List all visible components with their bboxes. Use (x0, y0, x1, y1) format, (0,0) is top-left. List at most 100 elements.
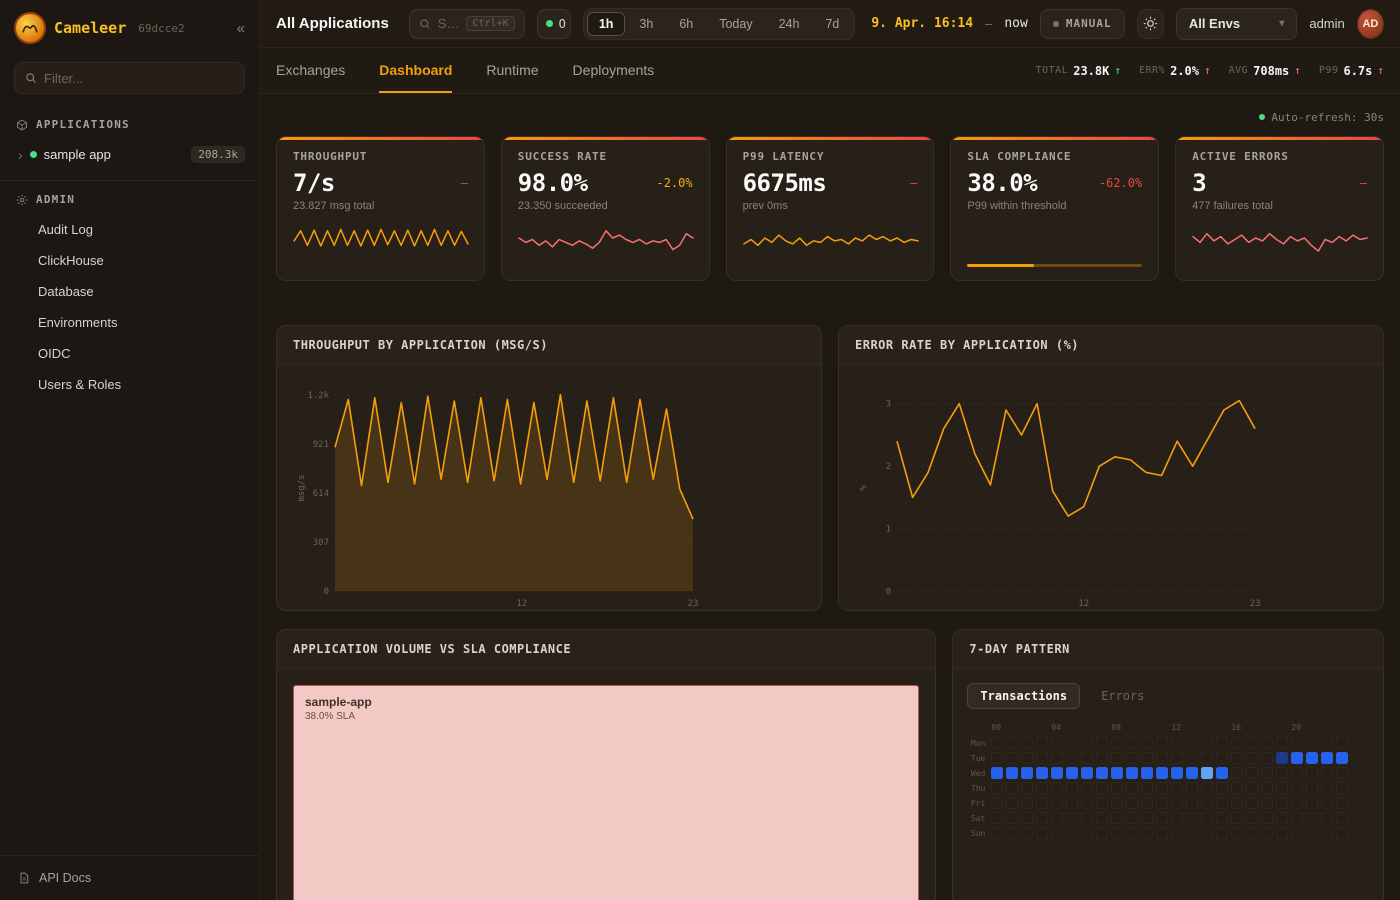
heatmap-cell[interactable] (1291, 812, 1303, 824)
heatmap-cell[interactable] (1006, 797, 1018, 809)
heatmap-cell[interactable] (1171, 797, 1183, 809)
heatmap-cell[interactable] (1321, 827, 1333, 839)
heatmap-cell[interactable] (1276, 812, 1288, 824)
heatmap-cell[interactable] (1096, 797, 1108, 809)
sidebar-item-oidc[interactable]: OIDC (0, 338, 259, 369)
manual-refresh-button[interactable]: MANUAL (1040, 9, 1125, 39)
heatmap-cell[interactable] (991, 782, 1003, 794)
global-search[interactable]: S… Ctrl+K (409, 9, 525, 39)
heatmap-cell[interactable] (1321, 782, 1333, 794)
heatmap-cell[interactable] (1126, 797, 1138, 809)
heatmap-cell[interactable] (1306, 812, 1318, 824)
heatmap-cell[interactable] (1141, 752, 1153, 764)
heatmap-cell[interactable] (1306, 737, 1318, 749)
heatmap-cell[interactable] (1141, 782, 1153, 794)
heatmap-cell[interactable] (1156, 827, 1168, 839)
heatmap-cell[interactable] (1201, 827, 1213, 839)
heatmap-cell[interactable] (1066, 797, 1078, 809)
api-docs-link[interactable]: API Docs (0, 855, 259, 900)
time-range-today[interactable]: Today (707, 12, 764, 36)
heatmap-cell[interactable] (1201, 782, 1213, 794)
heatmap-cell[interactable] (1081, 782, 1093, 794)
heatmap-cell[interactable] (1081, 797, 1093, 809)
heatmap-cell[interactable] (1171, 812, 1183, 824)
heatmap-cell[interactable] (1021, 782, 1033, 794)
heatmap-cell[interactable] (1006, 737, 1018, 749)
heatmap-cell[interactable] (1051, 827, 1063, 839)
heatmap-cell[interactable] (1156, 812, 1168, 824)
tab-runtime[interactable]: Runtime (486, 48, 538, 93)
heatmap-cell[interactable] (1096, 752, 1108, 764)
heatmap-cell[interactable] (991, 827, 1003, 839)
heatmap-cell[interactable] (1066, 827, 1078, 839)
heatmap-cell[interactable] (1111, 782, 1123, 794)
heatmap-cell[interactable] (1261, 737, 1273, 749)
heatmap-cell[interactable] (1126, 812, 1138, 824)
heatmap-cell[interactable] (1201, 767, 1213, 779)
sidebar-item-database[interactable]: Database (0, 276, 259, 307)
heatmap-cell[interactable] (1156, 752, 1168, 764)
heatmap-cell[interactable] (1276, 767, 1288, 779)
heatmap-cell[interactable] (1066, 782, 1078, 794)
live-status-pill[interactable]: O (537, 9, 571, 39)
heatmap-cell[interactable] (1231, 782, 1243, 794)
heatmap-cell[interactable] (1261, 767, 1273, 779)
heatmap-cell[interactable] (1246, 782, 1258, 794)
datetime-display[interactable]: 9. Apr. 16:14 (871, 16, 973, 31)
heatmap-cell[interactable] (1096, 767, 1108, 779)
heatmap-cell[interactable] (1291, 752, 1303, 764)
heatmap-cell[interactable] (1186, 797, 1198, 809)
heatmap-cell[interactable] (1021, 827, 1033, 839)
heatmap-cell[interactable] (1066, 737, 1078, 749)
tab-deployments[interactable]: Deployments (573, 48, 655, 93)
heatmap-cell[interactable] (1336, 782, 1348, 794)
heatmap-cell[interactable] (1201, 812, 1213, 824)
heatmap-cell[interactable] (1111, 752, 1123, 764)
heatmap-cell[interactable] (991, 767, 1003, 779)
heatmap-cell[interactable] (1141, 767, 1153, 779)
filter-input[interactable] (44, 71, 234, 86)
heatmap-cell[interactable] (1276, 752, 1288, 764)
heatmap-cell[interactable] (1276, 797, 1288, 809)
time-range-24h[interactable]: 24h (767, 12, 812, 36)
heatmap-cell[interactable] (1081, 752, 1093, 764)
heatmap-cell[interactable] (1291, 827, 1303, 839)
heatmap-cell[interactable] (1096, 827, 1108, 839)
heatmap-cell[interactable] (1156, 797, 1168, 809)
sidebar-item-users-roles[interactable]: Users & Roles (0, 369, 259, 400)
heatmap-cell[interactable] (1021, 767, 1033, 779)
heatmap-cell[interactable] (1276, 782, 1288, 794)
heatmap-cell[interactable] (1036, 767, 1048, 779)
heatmap-cell[interactable] (1066, 767, 1078, 779)
heatmap-cell[interactable] (1276, 737, 1288, 749)
heatmap-cell[interactable] (1336, 797, 1348, 809)
heatmap-cell[interactable] (1216, 782, 1228, 794)
heatmap-cell[interactable] (1111, 737, 1123, 749)
chevron-right-icon[interactable]: › (18, 148, 23, 162)
heatmap-cell[interactable] (1216, 797, 1228, 809)
heatmap-cell[interactable] (1231, 737, 1243, 749)
heatmap-cell[interactable] (1306, 767, 1318, 779)
sidebar-collapse-button[interactable]: « (237, 20, 245, 37)
env-selector-dropdown[interactable]: All Envs ▾ (1176, 8, 1298, 40)
heatmap-cell[interactable] (1306, 827, 1318, 839)
heatmap-cell[interactable] (1021, 737, 1033, 749)
heatmap-cell[interactable] (1216, 767, 1228, 779)
time-range-1h[interactable]: 1h (587, 12, 626, 36)
heatmap-cell[interactable] (1171, 827, 1183, 839)
heatmap-cell[interactable] (1186, 752, 1198, 764)
heatmap-cell[interactable] (1096, 782, 1108, 794)
heatmap-cell[interactable] (1246, 827, 1258, 839)
heatmap-cell[interactable] (1246, 812, 1258, 824)
heatmap-cell[interactable] (991, 752, 1003, 764)
heatmap-cell[interactable] (1231, 812, 1243, 824)
heatmap-cell[interactable] (1081, 827, 1093, 839)
heatmap-cell[interactable] (1171, 782, 1183, 794)
heatmap-cell[interactable] (1216, 752, 1228, 764)
heatmap-cell[interactable] (1291, 782, 1303, 794)
heatmap-cell[interactable] (1006, 767, 1018, 779)
heatmap-cell[interactable] (1051, 767, 1063, 779)
heatmap-cell[interactable] (1051, 782, 1063, 794)
heatmap-cell[interactable] (1306, 797, 1318, 809)
heatmap-cell[interactable] (1306, 782, 1318, 794)
